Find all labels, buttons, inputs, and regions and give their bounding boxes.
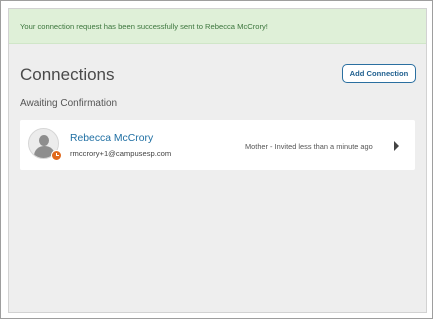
- awaiting-confirmation-heading: Awaiting Confirmation: [20, 98, 118, 109]
- connections-panel: Your connection request has been success…: [8, 8, 427, 313]
- connection-email: rmccrory+1@campusesp.com: [70, 149, 172, 158]
- page-title: Connections: [20, 65, 115, 84]
- success-alert-message: Your connection request has been success…: [20, 21, 268, 31]
- avatar-head: [39, 135, 49, 146]
- window-frame: Your connection request has been success…: [0, 0, 433, 319]
- clock-icon: [51, 150, 62, 161]
- connection-relation-status: Mother - Invited less than a minute ago: [245, 142, 373, 151]
- connection-name[interactable]: Rebecca McCrory: [70, 133, 153, 144]
- chevron-right-icon[interactable]: [394, 141, 399, 151]
- success-alert: Your connection request has been success…: [9, 9, 426, 44]
- add-connection-button[interactable]: Add Connection: [342, 64, 416, 83]
- connection-card[interactable]: Rebecca McCrory rmccrory+1@campusesp.com…: [20, 120, 415, 170]
